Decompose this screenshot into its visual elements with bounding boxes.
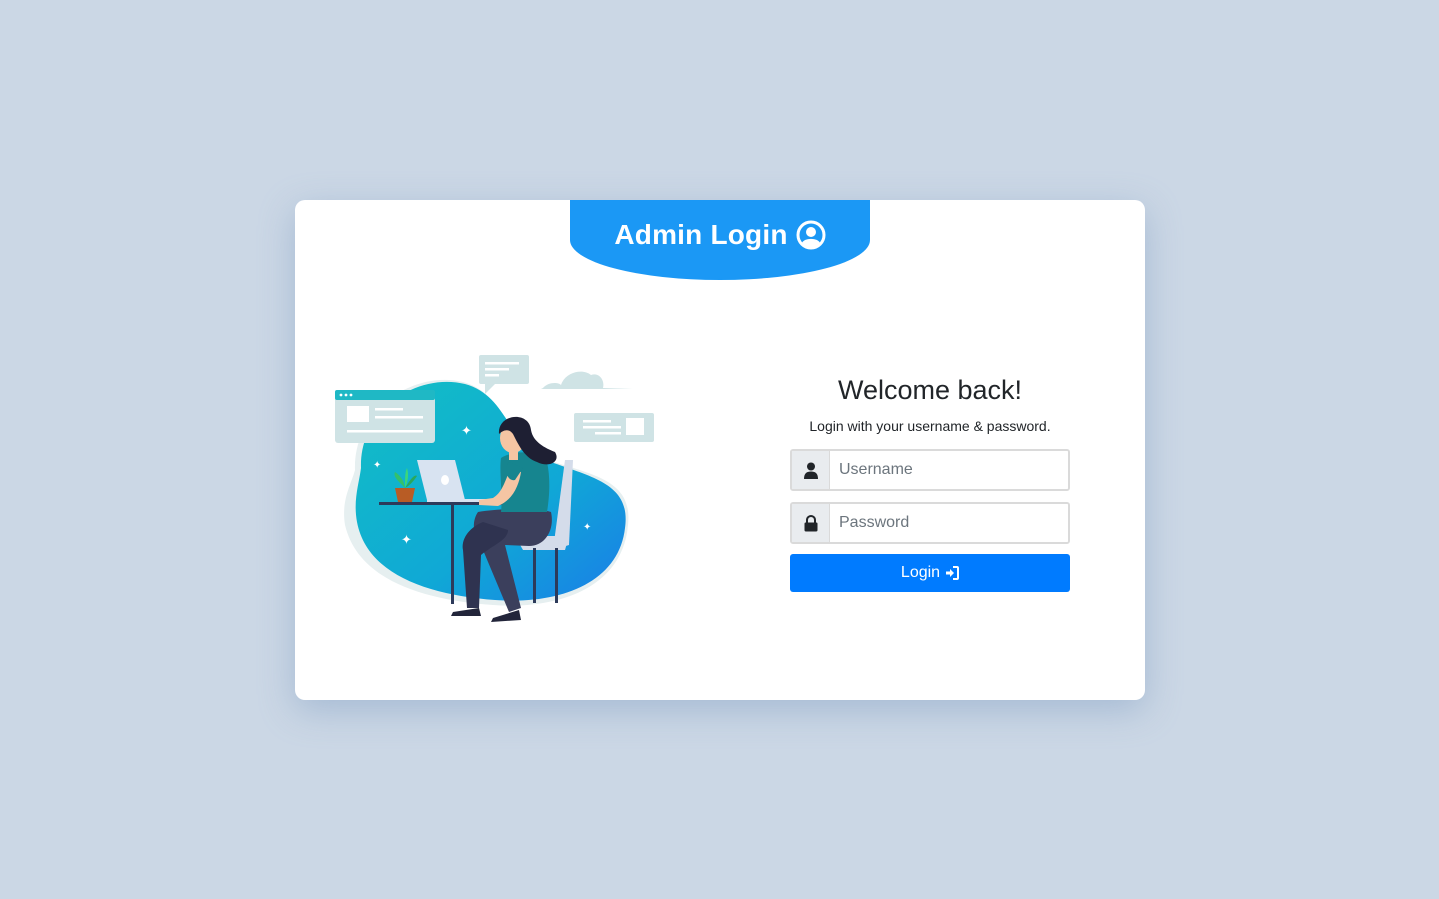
- user-icon: [792, 451, 830, 489]
- login-button-label: Login: [900, 564, 941, 581]
- header-title: Admin Login: [614, 219, 788, 250]
- sign-in-icon: [946, 566, 960, 580]
- svg-text:✦: ✦: [461, 424, 472, 439]
- username-input-group: [790, 449, 1070, 491]
- header-tab: Admin Login: [570, 200, 870, 280]
- login-subtitle: Login with your username & password.: [809, 418, 1051, 434]
- username-input[interactable]: [830, 451, 1068, 489]
- welcome-heading: Welcome back!: [837, 375, 1023, 405]
- svg-text:✦: ✦: [373, 460, 381, 471]
- login-button[interactable]: Login: [790, 554, 1070, 592]
- svg-text:✦: ✦: [401, 533, 412, 548]
- login-form: Welcome back! Login with your username &…: [790, 370, 1070, 592]
- login-card: Admin Login ✦ ✦ ✦ ✦ Welcome back! Login …: [295, 200, 1145, 700]
- svg-text:✦: ✦: [583, 522, 591, 533]
- password-input-group: [790, 502, 1070, 544]
- woman-working-on-laptop-illustration: ✦ ✦ ✦ ✦: [333, 350, 658, 630]
- user-circle-icon: [796, 220, 826, 250]
- lock-icon: [792, 504, 830, 542]
- password-input[interactable]: [830, 504, 1068, 542]
